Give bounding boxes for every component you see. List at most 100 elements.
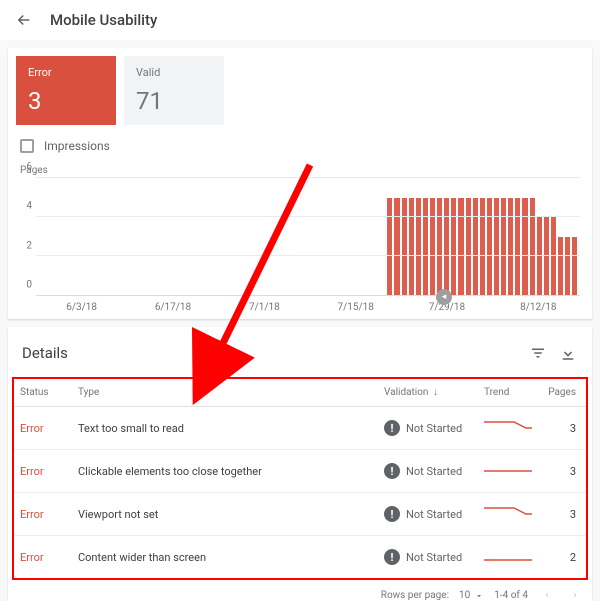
chart-y-label: Pages xyxy=(20,165,584,176)
download-button[interactable] xyxy=(556,341,580,365)
valid-stat-value: 71 xyxy=(136,87,163,115)
table-head-row: Status Type Validation ↓ Trend Pages xyxy=(14,379,586,407)
page-range-label: 1-4 of 4 xyxy=(494,590,528,601)
chart-bar xyxy=(515,198,520,296)
chart-bar xyxy=(387,198,392,296)
chart-bar xyxy=(451,198,456,296)
chart-bar xyxy=(558,237,563,296)
rows-per-page-label: Rows per page: xyxy=(381,590,449,601)
cell-type: Viewport not set xyxy=(72,493,378,536)
checkbox-icon xyxy=(20,139,34,153)
cell-trend xyxy=(478,407,538,450)
error-stat-value: 3 xyxy=(28,87,42,115)
cell-type: Content wider than screen xyxy=(72,536,378,579)
col-status[interactable]: Status xyxy=(14,379,72,407)
sort-desc-icon: ↓ xyxy=(433,387,438,398)
cell-validation: !Not Started xyxy=(378,493,478,536)
page-title: Mobile Usability xyxy=(50,11,157,29)
chart-x-axis: 6/3/186/17/187/1/187/15/187/29/188/12/18 xyxy=(36,296,584,315)
x-tick: 8/12/18 xyxy=(493,302,584,313)
chart-bar xyxy=(522,198,527,296)
y-tick: 0 xyxy=(26,280,32,291)
cell-validation: !Not Started xyxy=(378,536,478,579)
table-row[interactable]: ErrorViewport not set!Not Started 3 xyxy=(14,493,586,536)
chart-bar xyxy=(466,198,471,296)
impressions-label: Impressions xyxy=(44,139,110,153)
chart-bar xyxy=(402,198,407,296)
chart-bar xyxy=(501,198,506,296)
cell-pages: 2 xyxy=(538,536,586,579)
info-icon: ! xyxy=(384,463,400,479)
valid-stat-label: Valid xyxy=(136,66,214,79)
cell-type: Clickable elements too close together xyxy=(72,450,378,493)
chart-bar xyxy=(394,198,399,296)
cell-pages: 3 xyxy=(538,493,586,536)
info-icon: ! xyxy=(384,420,400,436)
details-title: Details xyxy=(22,344,520,362)
chart-bar xyxy=(480,198,485,296)
page-header: Mobile Usability xyxy=(0,0,600,40)
col-pages[interactable]: Pages xyxy=(538,379,586,407)
prev-page-button[interactable]: ‹ xyxy=(538,590,556,601)
cell-pages: 3 xyxy=(538,407,586,450)
chart-bar xyxy=(530,198,535,296)
chart-bar xyxy=(423,198,428,296)
chevron-down-icon xyxy=(474,591,484,601)
x-tick: 6/17/18 xyxy=(127,302,218,313)
next-page-button[interactable]: › xyxy=(566,590,584,601)
cell-trend xyxy=(478,450,538,493)
details-card: Details Status Type Validation ↓ Trend P… xyxy=(8,327,592,601)
error-stat-label: Error xyxy=(28,66,106,79)
chart-bar xyxy=(458,198,463,296)
cell-status: Error xyxy=(14,450,72,493)
col-trend[interactable]: Trend xyxy=(478,379,538,407)
chart-bar xyxy=(494,198,499,296)
x-tick: 7/1/18 xyxy=(219,302,310,313)
error-stat-tab[interactable]: Error 3 xyxy=(16,56,116,125)
y-tick: 2 xyxy=(26,240,32,251)
x-tick: 7/15/18 xyxy=(310,302,401,313)
info-icon: ! xyxy=(384,506,400,522)
table-footer: Rows per page: 10 1-4 of 4 ‹ › xyxy=(8,584,592,601)
cell-status: Error xyxy=(14,407,72,450)
chart-bar xyxy=(416,198,421,296)
rows-per-page-select[interactable]: 10 xyxy=(459,590,484,601)
arrow-left-icon xyxy=(15,11,33,29)
back-button[interactable] xyxy=(12,8,36,32)
chart-bar xyxy=(565,237,570,296)
cell-trend xyxy=(478,536,538,579)
impressions-toggle[interactable]: Impressions xyxy=(20,139,580,153)
cell-status: Error xyxy=(14,493,72,536)
table-row[interactable]: ErrorContent wider than screen!Not Start… xyxy=(14,536,586,579)
cell-status: Error xyxy=(14,536,72,579)
issues-table-highlight: Status Type Validation ↓ Trend Pages Err… xyxy=(12,377,588,580)
cell-validation: !Not Started xyxy=(378,450,478,493)
valid-stat-tab[interactable]: Valid 71 xyxy=(124,56,224,125)
table-row[interactable]: ErrorClickable elements too close togeth… xyxy=(14,450,586,493)
y-tick: 4 xyxy=(26,201,32,212)
cell-trend xyxy=(478,493,538,536)
chart-bar xyxy=(437,198,442,296)
lozenge-icon: ◂ xyxy=(436,289,452,305)
info-icon: ! xyxy=(384,549,400,565)
chart-bar xyxy=(487,198,492,296)
chart-bar xyxy=(409,198,414,296)
y-tick: 6 xyxy=(26,162,32,173)
chart-bar xyxy=(473,198,478,296)
cell-validation: !Not Started xyxy=(378,407,478,450)
issues-table: Status Type Validation ↓ Trend Pages Err… xyxy=(14,379,586,578)
cell-type: Text too small to read xyxy=(72,407,378,450)
table-row[interactable]: ErrorText too small to read!Not Started 3 xyxy=(14,407,586,450)
overview-card: Error 3 Valid 71 Impressions Pages 0246 … xyxy=(8,48,592,319)
chart-bar xyxy=(430,198,435,296)
download-icon xyxy=(559,344,577,362)
col-type[interactable]: Type xyxy=(72,379,378,407)
chart-bar xyxy=(444,198,449,296)
filter-button[interactable] xyxy=(526,341,550,365)
filter-icon xyxy=(529,344,547,362)
col-validation[interactable]: Validation ↓ xyxy=(378,379,478,407)
chart-bar xyxy=(572,237,577,296)
chart-bar xyxy=(508,198,513,296)
cell-pages: 3 xyxy=(538,450,586,493)
x-tick: 6/3/18 xyxy=(36,302,127,313)
